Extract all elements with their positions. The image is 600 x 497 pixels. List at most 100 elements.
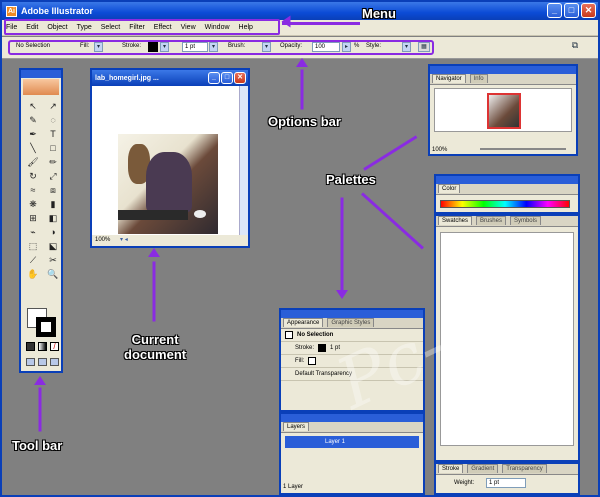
scissors-tool-icon[interactable]: ✂ — [46, 254, 60, 266]
appearance-fill-swatch — [308, 357, 317, 365]
gradient-tool-icon[interactable]: ◧ — [46, 212, 60, 224]
menu-object[interactable]: Object — [47, 24, 67, 31]
tab-appearance[interactable]: Appearance — [283, 318, 324, 327]
menu-select[interactable]: Select — [101, 24, 120, 31]
doc-close-button[interactable]: ✕ — [234, 72, 246, 84]
navigator-zoom[interactable]: 100% — [432, 147, 447, 153]
paintbrush-tool-icon[interactable]: 🖌 — [26, 156, 40, 168]
menu-help[interactable]: Help — [239, 24, 253, 31]
opacity-dropdown[interactable]: ▸ — [342, 42, 351, 52]
type-tool-icon[interactable]: T — [46, 128, 60, 140]
minimize-button[interactable]: _ — [547, 3, 562, 18]
brush-dropdown[interactable]: ▾ — [262, 42, 271, 52]
stroke-swatch[interactable] — [148, 42, 158, 52]
stroke-dropdown[interactable]: ▾ — [160, 42, 169, 52]
full-screen-menu-mode-icon[interactable] — [38, 358, 47, 366]
tab-brushes[interactable]: Brushes — [475, 216, 506, 225]
tab-layers[interactable]: Layers — [283, 422, 310, 431]
doc-maximize-button[interactable]: □ — [221, 72, 233, 84]
opacity-field[interactable]: 100 — [312, 42, 340, 52]
tab-stroke[interactable]: Stroke — [438, 464, 464, 473]
menu-effect[interactable]: Effect — [154, 24, 172, 31]
doc-status-arrow-icon[interactable]: ▾ ◂ — [120, 237, 128, 243]
arrow-document — [152, 261, 156, 322]
selection-tool-icon[interactable]: ↖ — [26, 100, 40, 112]
tab-color[interactable]: Color — [438, 184, 461, 193]
style-dropdown[interactable]: ▾ — [402, 42, 411, 52]
live-paint-selection-tool-icon[interactable]: ⬕ — [46, 240, 60, 252]
live-paint-tool-icon[interactable]: ⬚ — [26, 240, 40, 252]
tab-graphic-styles[interactable]: Graphic Styles — [327, 318, 375, 327]
pen-tool-icon[interactable]: ✒ — [26, 128, 40, 140]
zoom-tool-icon[interactable]: 🔍 — [46, 268, 60, 280]
rotate-tool-icon[interactable]: ↻ — [26, 170, 40, 182]
layer-row[interactable]: Layer 1 — [285, 436, 419, 448]
standard-screen-mode-icon[interactable] — [26, 358, 35, 366]
navigator-palette: Navigator Info 100% — [428, 64, 578, 156]
tab-navigator[interactable]: Navigator — [432, 74, 466, 83]
appearance-fill-row[interactable]: Fill: — [281, 355, 423, 368]
app-title: Adobe Illustrator — [21, 6, 94, 16]
tool-panel: ↖ ↗ ✎ ◌ ✒ T ╲ □ 🖌 ✏ ↻ ⤢ ≈ ⧈ ❋ ▮ ⊞ ◧ ⌁ ◑ … — [19, 68, 63, 373]
layer-name[interactable]: Layer 1 — [325, 439, 345, 445]
menu-view[interactable]: View — [181, 24, 196, 31]
tab-info[interactable]: Info — [469, 74, 488, 83]
appearance-transparency-row[interactable]: Default Transparency — [281, 368, 423, 381]
slice-tool-icon[interactable]: ⟋ — [26, 254, 40, 266]
menu-window[interactable]: Window — [205, 24, 230, 31]
weight-field[interactable]: 1 pt — [486, 478, 526, 488]
stroke-swatch-large[interactable] — [36, 317, 56, 337]
menu-edit[interactable]: Edit — [26, 24, 38, 31]
navigator-preview[interactable] — [434, 88, 572, 132]
layers-palette: Layers Layer 1 1 Layer — [279, 412, 425, 495]
navigator-zoom-slider[interactable] — [480, 148, 566, 150]
mesh-tool-icon[interactable]: ⊞ — [26, 212, 40, 224]
swatches-area[interactable] — [440, 232, 574, 446]
color-mode-icon[interactable] — [26, 342, 35, 351]
stroke-weight-field[interactable]: 1 pt — [182, 42, 208, 52]
fill-dropdown[interactable]: ▾ — [94, 42, 103, 52]
gradient-mode-icon[interactable] — [38, 342, 47, 351]
full-screen-mode-icon[interactable] — [50, 358, 59, 366]
document-image[interactable] — [118, 134, 218, 234]
options-bar: No Selection Fill: ▾ Stroke: ▾ 1 pt ▾ Br… — [2, 37, 598, 59]
tab-gradient[interactable]: Gradient — [467, 464, 499, 473]
navigator-view-box[interactable] — [487, 93, 521, 129]
menu-filter[interactable]: Filter — [129, 24, 145, 31]
hand-tool-icon[interactable]: ✋ — [26, 268, 40, 280]
doc-minimize-button[interactable]: _ — [208, 72, 220, 84]
symbol-sprayer-tool-icon[interactable]: ❋ — [26, 198, 40, 210]
direct-selection-tool-icon[interactable]: ↗ — [46, 100, 60, 112]
eyedropper-tool-icon[interactable]: ⌁ — [26, 226, 40, 238]
lasso-tool-icon[interactable]: ◌ — [46, 114, 60, 126]
menu-type[interactable]: Type — [77, 24, 92, 31]
appearance-stroke-row[interactable]: Stroke: 1 pt — [281, 342, 423, 355]
close-button[interactable]: ✕ — [581, 3, 596, 18]
appearance-stroke-label: Stroke: — [295, 345, 315, 351]
maximize-button[interactable]: □ — [564, 3, 579, 18]
color-spectrum[interactable] — [440, 200, 570, 208]
rectangle-tool-icon[interactable]: □ — [46, 142, 60, 154]
graph-tool-icon[interactable]: ▮ — [46, 198, 60, 210]
fill-stroke-swatches[interactable] — [27, 308, 57, 338]
annotation-menu: Menu — [362, 6, 396, 21]
line-tool-icon[interactable]: ╲ — [26, 142, 40, 154]
window-controls: _ □ ✕ — [547, 3, 596, 18]
pencil-tool-icon[interactable]: ✏ — [46, 156, 60, 168]
options-grid-icon[interactable]: ▦ — [418, 42, 430, 52]
document-zoom[interactable]: 100% — [95, 237, 110, 243]
palette-toggle-icon[interactable]: ⧉ — [568, 41, 582, 53]
tab-transparency[interactable]: Transparency — [502, 464, 547, 473]
appearance-selection-row[interactable]: No Selection — [281, 329, 423, 342]
free-transform-tool-icon[interactable]: ⧈ — [46, 184, 60, 196]
stroke-weight-dropdown[interactable]: ▾ — [209, 42, 218, 52]
tab-swatches[interactable]: Swatches — [438, 216, 473, 225]
blend-tool-icon[interactable]: ◑ — [46, 226, 60, 238]
tab-symbols[interactable]: Symbols — [509, 216, 541, 225]
menu-file[interactable]: File — [6, 24, 17, 31]
magic-wand-tool-icon[interactable]: ✎ — [26, 114, 40, 126]
document-vertical-scrollbar[interactable] — [239, 86, 248, 235]
warp-tool-icon[interactable]: ≈ — [26, 184, 40, 196]
none-mode-icon[interactable]: / — [50, 342, 59, 351]
scale-tool-icon[interactable]: ⤢ — [46, 170, 60, 182]
